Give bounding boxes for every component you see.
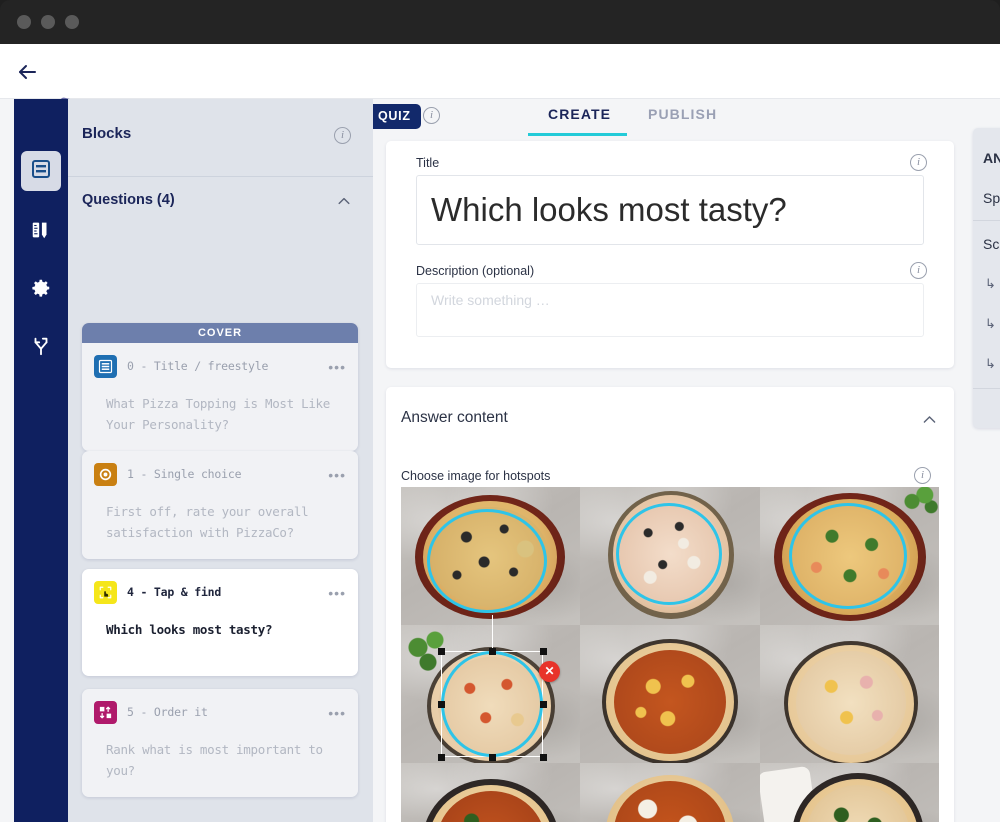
rail-item-design[interactable] bbox=[21, 212, 61, 252]
pizza-photo-cell bbox=[759, 763, 939, 822]
analytics-panel-title: ANALYTICS bbox=[983, 150, 1000, 166]
title-card: Title i Description (optional) i bbox=[386, 141, 954, 368]
window-close-button[interactable] bbox=[17, 15, 31, 29]
answer-content-card: Answer content Choose image for hotspots… bbox=[386, 387, 954, 822]
window-minimize-button[interactable] bbox=[41, 15, 55, 29]
title-freestyle-icon bbox=[94, 355, 117, 378]
panel-divider bbox=[973, 220, 1000, 221]
pizza-photo-cell bbox=[580, 763, 760, 822]
hotspot-circle-1[interactable] bbox=[427, 509, 547, 613]
hotspot-connector-line bbox=[492, 615, 493, 651]
title-field-label: Title bbox=[416, 156, 440, 170]
pizza-photo-cell bbox=[580, 625, 760, 763]
order-it-icon bbox=[94, 701, 117, 724]
rail-item-settings[interactable] bbox=[21, 270, 61, 310]
questions-section-title: Questions (4) bbox=[82, 192, 175, 208]
window-maximize-button[interactable] bbox=[65, 15, 79, 29]
question-card-label: 5 - Order it bbox=[127, 705, 208, 719]
hotspot-image-canvas[interactable]: ✕ bbox=[401, 487, 939, 822]
chevron-up-icon[interactable] bbox=[921, 411, 938, 433]
info-icon[interactable]: i bbox=[914, 467, 931, 484]
ruler-pencil-icon bbox=[30, 219, 52, 246]
title-input[interactable] bbox=[416, 175, 924, 245]
rail-item-logic[interactable] bbox=[21, 328, 61, 368]
left-icon-rail bbox=[14, 99, 68, 822]
resize-handle-s[interactable] bbox=[489, 754, 496, 761]
question-card-text: First off, rate your overall satisfactio… bbox=[106, 504, 309, 540]
more-options-icon[interactable]: ••• bbox=[328, 359, 346, 375]
question-card-label: 4 - Tap & find bbox=[127, 585, 222, 599]
question-card-3[interactable]: 5 - Order it ••• Rank what is most impor… bbox=[82, 689, 358, 797]
info-icon[interactable]: i bbox=[910, 154, 927, 171]
right-side-panel: ANALYTICS Speed Score ↳ ↳ ↳ bbox=[973, 128, 1000, 428]
answer-content-title: Answer content bbox=[401, 409, 508, 426]
arrow-turn-icon[interactable]: ↳ bbox=[985, 276, 996, 292]
hotspot-circle-4-selected[interactable] bbox=[441, 651, 543, 757]
info-icon[interactable]: i bbox=[334, 127, 351, 144]
info-icon[interactable]: i bbox=[910, 262, 927, 279]
arrow-turn-icon[interactable]: ↳ bbox=[985, 356, 996, 372]
more-options-icon[interactable]: ••• bbox=[328, 585, 346, 601]
single-choice-icon bbox=[94, 463, 117, 486]
back-arrow-icon[interactable] bbox=[15, 60, 39, 84]
arrow-turn-icon[interactable]: ↳ bbox=[985, 316, 996, 332]
question-card-label: 0 - Title / freestyle bbox=[127, 359, 269, 373]
pizza-photo-cell bbox=[401, 763, 581, 822]
blocks-panel: Blocks i Questions (4) COVER 0 - Title /… bbox=[68, 99, 373, 822]
description-input[interactable] bbox=[416, 283, 924, 337]
question-card-0[interactable]: COVER 0 - Title / freestyle ••• What Piz… bbox=[82, 323, 358, 451]
question-card-label: 1 - Single choice bbox=[127, 467, 242, 481]
more-options-icon[interactable]: ••• bbox=[328, 467, 346, 483]
questions-section-header[interactable]: Questions (4) bbox=[68, 177, 373, 223]
rail-item-blocks[interactable] bbox=[21, 151, 61, 191]
hotspot-image-label: Choose image for hotspots bbox=[401, 469, 551, 483]
more-options-icon[interactable]: ••• bbox=[328, 705, 346, 721]
panel-divider bbox=[973, 388, 1000, 389]
resize-handle-e[interactable] bbox=[540, 701, 547, 708]
question-card-text: Rank what is most important to you? bbox=[106, 742, 323, 778]
window-titlebar bbox=[0, 0, 1000, 44]
tap-and-find-icon bbox=[94, 581, 117, 604]
question-card-1[interactable]: 1 - Single choice ••• First off, rate yo… bbox=[82, 451, 358, 559]
gear-icon bbox=[30, 277, 52, 304]
list-blocks-icon bbox=[31, 159, 51, 184]
cover-strip-label: COVER bbox=[82, 323, 358, 343]
top-bar: Which Pizza Topping Is Most… QUIZ i CREA… bbox=[0, 44, 1000, 136]
blocks-panel-header: Blocks i bbox=[68, 99, 373, 177]
question-card-text: What Pizza Topping is Most Like Your Per… bbox=[106, 396, 330, 432]
question-card-2[interactable]: 4 - Tap & find ••• Which looks most tast… bbox=[82, 569, 358, 676]
score-row-label[interactable]: Score bbox=[983, 236, 1000, 252]
chevron-up-icon[interactable] bbox=[336, 193, 352, 214]
resize-handle-n[interactable] bbox=[489, 648, 496, 655]
pizza-photo-cell bbox=[759, 625, 939, 763]
resize-handle-nw[interactable] bbox=[438, 648, 445, 655]
description-field-label: Description (optional) bbox=[416, 264, 535, 278]
resize-handle-sw[interactable] bbox=[438, 754, 445, 761]
resize-handle-w[interactable] bbox=[438, 701, 445, 708]
hotspot-circle-2[interactable] bbox=[616, 503, 722, 605]
hotspot-circle-3[interactable] bbox=[789, 503, 907, 609]
resize-handle-se[interactable] bbox=[540, 754, 547, 761]
main-content: Title i Description (optional) i Answer … bbox=[373, 99, 973, 822]
question-card-text: Which looks most tasty? bbox=[106, 622, 273, 637]
branch-logic-icon bbox=[30, 335, 52, 362]
blocks-panel-title: Blocks bbox=[82, 125, 132, 142]
delete-hotspot-icon[interactable]: ✕ bbox=[539, 661, 560, 682]
speed-row-label[interactable]: Speed bbox=[983, 190, 1000, 206]
app-root: Which Pizza Topping Is Most… QUIZ i CREA… bbox=[0, 44, 1000, 822]
resize-handle-ne[interactable] bbox=[540, 648, 547, 655]
